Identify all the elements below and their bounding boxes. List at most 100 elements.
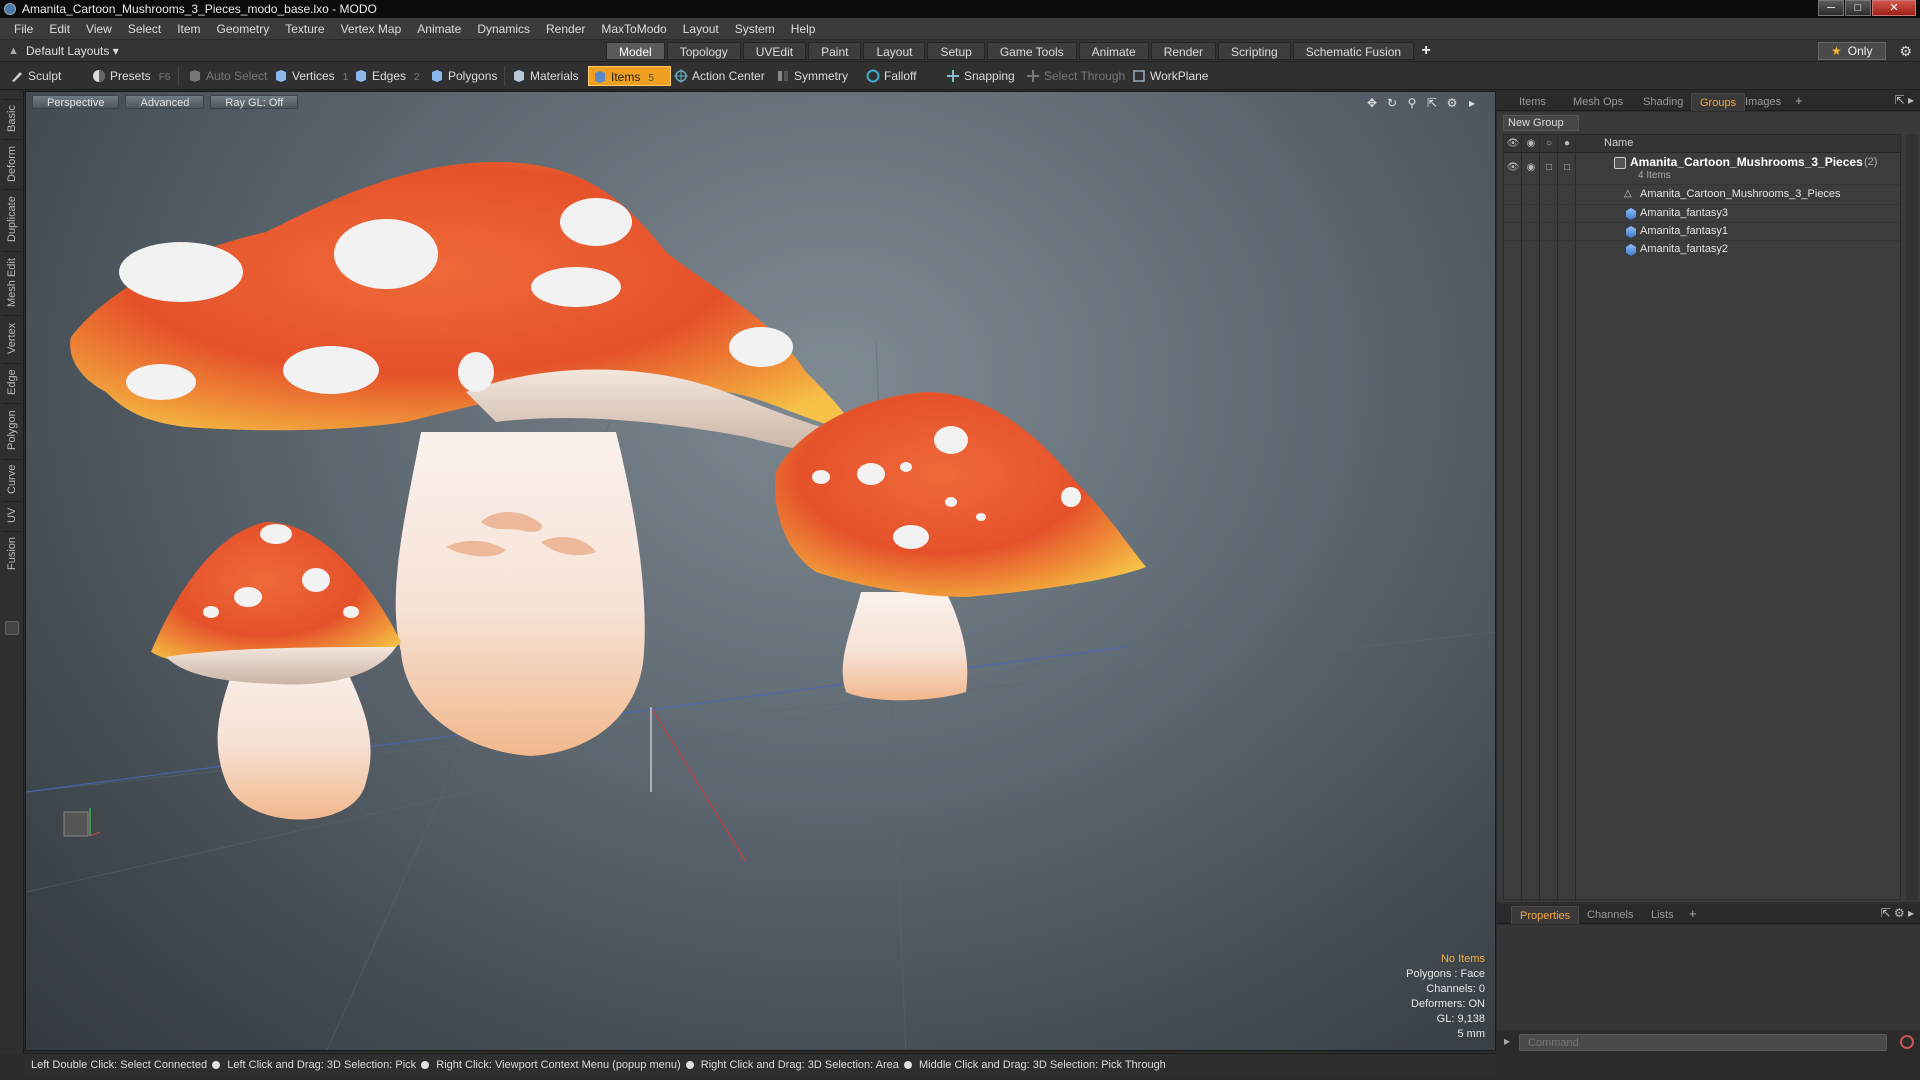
sculpt-button[interactable]: Sculpt	[6, 66, 61, 86]
close-button[interactable]: ✕	[1872, 0, 1916, 16]
row-render-icon[interactable]: ◉	[1524, 161, 1538, 175]
menu-select[interactable]: Select	[120, 18, 169, 40]
menu-dynamics[interactable]: Dynamics	[469, 18, 538, 40]
menu-system[interactable]: System	[727, 18, 783, 40]
tab-edge[interactable]: Edge	[2, 363, 22, 401]
tab-mesh-edit[interactable]: Mesh Edit	[2, 251, 22, 313]
tree-row[interactable]: Amanita_fantasy2	[1504, 241, 1900, 258]
snapping-button[interactable]: Snapping	[942, 66, 1015, 86]
panel-settings-icon[interactable]: ⇱ ⚙ ▸	[1880, 906, 1914, 920]
panel-expand-icon[interactable]: ⇱ ▸	[1895, 93, 1914, 107]
row-lock-icon[interactable]: □	[1542, 161, 1556, 175]
add-tab-button[interactable]: +	[1795, 93, 1803, 108]
presets-button[interactable]: Presets F6	[88, 66, 170, 86]
3d-viewport[interactable]: Perspective Advanced Ray GL: Off ✥ ↻ ⚲ ⇱…	[25, 91, 1496, 1051]
select-icon[interactable]: ●	[1560, 137, 1574, 151]
tab-curve[interactable]: Curve	[2, 459, 22, 499]
tab-fusion[interactable]: Fusion	[2, 531, 22, 575]
polygons-button[interactable]: Polygons	[426, 66, 497, 86]
minimize-button[interactable]: ─	[1818, 0, 1844, 16]
render-icon[interactable]: ◉	[1524, 137, 1538, 151]
tab-mesh-ops[interactable]: Mesh Ops	[1565, 93, 1631, 111]
tab-scripting[interactable]: Scripting	[1218, 42, 1291, 60]
fit-icon[interactable]: ⇱	[1425, 96, 1439, 110]
add-tab-button[interactable]: +	[1689, 906, 1697, 921]
maximize-button[interactable]: □	[1845, 0, 1871, 16]
tree-row[interactable]: Amanita_fantasy3	[1504, 205, 1900, 222]
tab-schematic-fusion[interactable]: Schematic Fusion	[1292, 42, 1415, 60]
menu-maxtomodo[interactable]: MaxToModo	[593, 18, 674, 40]
new-group-button[interactable]: New Group	[1503, 115, 1579, 131]
shading-mode-button[interactable]: Advanced	[125, 95, 205, 109]
name-column-header[interactable]: Name	[1604, 137, 1633, 149]
menu-item[interactable]: Item	[169, 18, 208, 40]
tab-uvedit[interactable]: UVEdit	[742, 42, 807, 60]
perspective-view-button[interactable]: Perspective	[32, 95, 120, 109]
tree-row-group[interactable]: 👁 ◉ □ □ Amanita_Cartoon_Mushrooms_3_Piec…	[1504, 155, 1900, 183]
vertices-button[interactable]: Vertices 1	[270, 66, 348, 86]
tab-topology[interactable]: Topology	[666, 42, 741, 60]
falloff-button[interactable]: Falloff	[862, 66, 916, 86]
lock-icon[interactable]: ○	[1542, 137, 1556, 151]
command-input[interactable]	[1519, 1034, 1887, 1051]
tab-setup[interactable]: Setup	[927, 42, 985, 60]
materials-button[interactable]: Materials	[508, 66, 579, 86]
tab-model[interactable]: Model	[606, 42, 665, 60]
rotate-icon[interactable]: ↻	[1385, 96, 1399, 110]
tab-polygon[interactable]: Polygon	[2, 403, 22, 457]
add-layout-tab-button[interactable]: +	[1416, 42, 1436, 60]
viewport-menu-arrow-icon[interactable]: ▸	[1465, 96, 1479, 110]
tab-layout[interactable]: Layout	[863, 42, 926, 60]
gear-icon[interactable]: ⚙	[1899, 43, 1912, 60]
tab-duplicate[interactable]: Duplicate	[2, 189, 22, 249]
menu-edit[interactable]: Edit	[41, 18, 78, 40]
default-layouts-dropdown[interactable]: Default Layouts ▾	[26, 43, 119, 59]
visibility-icon[interactable]: 👁	[1506, 137, 1520, 151]
strip-collapse-button[interactable]	[5, 621, 19, 635]
tab-render[interactable]: Render	[1150, 42, 1217, 60]
tree-scrollbar[interactable]	[1906, 134, 1918, 900]
row-visibility-icon[interactable]: 👁	[1506, 161, 1520, 175]
menu-vertex-map[interactable]: Vertex Map	[333, 18, 410, 40]
items-button[interactable]: Items 5	[588, 66, 671, 86]
menu-layout[interactable]: Layout	[675, 18, 727, 40]
only-button[interactable]: ★ Only	[1818, 42, 1886, 60]
raygl-button[interactable]: Ray GL: Off	[210, 95, 299, 109]
tree-row[interactable]: △ Amanita_Cartoon_Mushrooms_3_Pieces	[1504, 186, 1900, 203]
select-through-button[interactable]: Select Through	[1022, 66, 1125, 86]
action-center-button[interactable]: Action Center	[670, 66, 765, 86]
tab-vertex[interactable]: Vertex	[2, 315, 22, 361]
tab-basic[interactable]: Basic	[2, 99, 22, 137]
menu-render[interactable]: Render	[538, 18, 593, 40]
menu-animate[interactable]: Animate	[409, 18, 469, 40]
viewport-settings-icon[interactable]: ⚙	[1445, 96, 1459, 110]
tab-game-tools[interactable]: Game Tools	[986, 42, 1077, 60]
tab-shading[interactable]: Shading	[1635, 93, 1691, 111]
edges-button[interactable]: Edges 2	[350, 66, 420, 86]
tab-channels[interactable]: Channels	[1579, 906, 1641, 924]
panel-tabs: Items Mesh Ops Shading Groups Images + ⇱…	[1497, 91, 1920, 111]
tab-properties[interactable]: Properties	[1511, 906, 1580, 924]
tab-images[interactable]: Images	[1737, 93, 1789, 111]
symmetry-button[interactable]: Symmetry	[772, 66, 848, 86]
menu-view[interactable]: View	[78, 18, 120, 40]
tab-deform[interactable]: Deform	[2, 139, 22, 187]
tab-items[interactable]: Items	[1511, 93, 1554, 111]
row-select-icon[interactable]: □	[1560, 161, 1574, 175]
menu-file[interactable]: File	[6, 18, 41, 40]
tree-row[interactable]: Amanita_fantasy1	[1504, 223, 1900, 240]
auto-select-button[interactable]: Auto Select	[184, 66, 267, 86]
tab-animate[interactable]: Animate	[1078, 42, 1149, 60]
gl-info: GL: 9,138	[1436, 1013, 1485, 1025]
menu-geometry[interactable]: Geometry	[209, 18, 278, 40]
command-history-icon[interactable]	[1900, 1035, 1914, 1049]
workplane-button[interactable]: WorkPlane	[1128, 66, 1208, 86]
layout-home-icon[interactable]: ▲	[8, 45, 20, 57]
menu-texture[interactable]: Texture	[277, 18, 332, 40]
tab-paint[interactable]: Paint	[808, 42, 862, 60]
pan-icon[interactable]: ✥	[1365, 96, 1379, 110]
tab-uv[interactable]: UV	[2, 501, 22, 529]
menu-help[interactable]: Help	[783, 18, 824, 40]
zoom-icon[interactable]: ⚲	[1405, 96, 1419, 110]
tab-lists[interactable]: Lists	[1643, 906, 1682, 924]
